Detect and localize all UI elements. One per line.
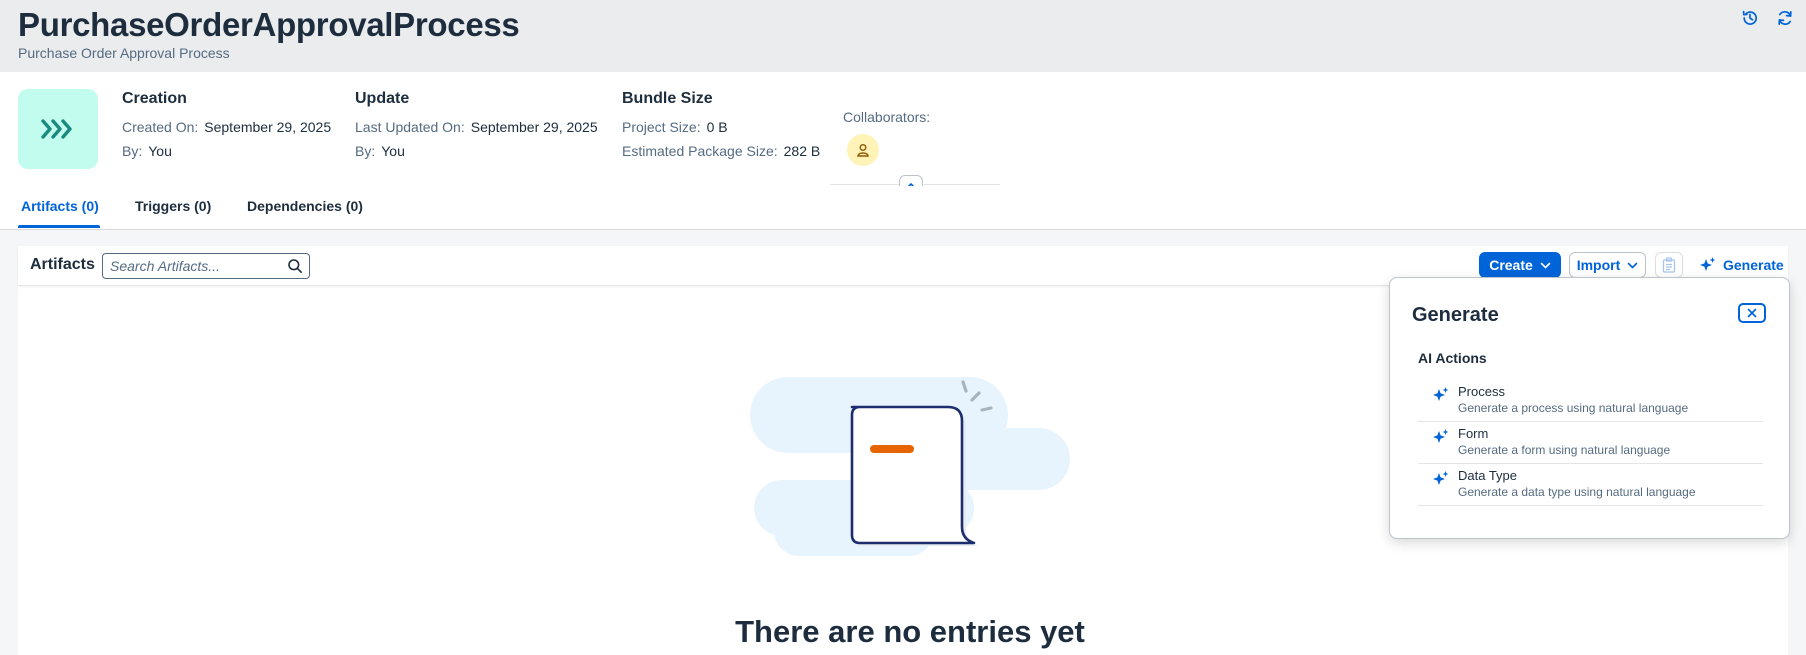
generate-button-label: Generate <box>1723 257 1784 273</box>
project-size-row: Project Size: 0 B <box>622 119 820 136</box>
last-updated-label: Last Updated On: <box>355 119 465 135</box>
close-button[interactable] <box>1738 303 1766 323</box>
created-by-label: By: <box>122 143 143 159</box>
import-button-label: Import <box>1576 257 1621 273</box>
creation-heading: Creation <box>122 90 187 107</box>
tab-artifacts[interactable]: Artifacts (0) <box>21 198 99 214</box>
paste-button[interactable] <box>1655 252 1683 278</box>
bundle-size-heading: Bundle Size <box>622 90 713 107</box>
search-field <box>102 253 310 279</box>
ai-action-process[interactable]: Process Generate a process using natural… <box>1418 380 1763 422</box>
import-button[interactable]: Import <box>1569 252 1646 278</box>
page-subtitle: Purchase Order Approval Process <box>18 45 230 61</box>
search-input[interactable] <box>110 257 275 275</box>
last-updated-row: Last Updated On: September 29, 2025 <box>355 119 598 136</box>
generate-popover: Generate AI Actions Process Generate a p… <box>1389 277 1790 539</box>
ai-action-description: Generate a form using natural language <box>1458 443 1671 457</box>
user-icon <box>857 144 869 157</box>
empty-state-illustration <box>750 377 1070 556</box>
page-title: PurchaseOrderApprovalProcess <box>18 6 520 43</box>
creation-group: Creation Created On: September 29, 2025 B… <box>122 90 331 160</box>
created-on-row: Created On: September 29, 2025 <box>122 119 331 136</box>
create-button[interactable]: Create <box>1479 252 1561 278</box>
create-button-label: Create <box>1489 257 1533 273</box>
search-icon[interactable] <box>287 258 303 274</box>
updated-by-value: You <box>381 143 405 159</box>
created-on-value: September 29, 2025 <box>204 119 332 135</box>
sparkle-icon <box>1700 257 1716 271</box>
updated-by-row: By: You <box>355 143 598 160</box>
ai-actions-list: Process Generate a process using natural… <box>1418 380 1763 506</box>
active-tab-indicator <box>18 225 100 228</box>
project-size-value: 0 B <box>706 119 728 135</box>
sparkle-icon <box>1433 429 1449 443</box>
tab-triggers[interactable]: Triggers (0) <box>135 198 211 214</box>
sparkle-icon <box>1433 471 1449 485</box>
created-on-label: Created On: <box>122 119 199 135</box>
chevron-down-icon <box>1540 262 1551 268</box>
package-size-value: 282 B <box>783 143 821 159</box>
refresh-icon[interactable] <box>1773 6 1797 30</box>
avatar[interactable] <box>847 134 879 166</box>
artifacts-title: Artifacts <box>30 256 95 273</box>
package-size-row: Estimated Package Size: 282 B <box>622 143 820 160</box>
update-heading: Update <box>355 90 410 107</box>
popover-title: Generate <box>1412 304 1499 326</box>
empty-state-title: There are no entries yet <box>735 614 1085 649</box>
ai-action-form[interactable]: Form Generate a form using natural langu… <box>1418 422 1763 464</box>
last-updated-value: September 29, 2025 <box>470 119 598 135</box>
chevron-down-icon <box>1627 262 1638 268</box>
tab-dependencies[interactable]: Dependencies (0) <box>247 198 363 214</box>
ai-action-title: Form <box>1458 426 1489 441</box>
title-bar: PurchaseOrderApprovalProcess Purchase Or… <box>0 0 1806 72</box>
bundle-size-group: Bundle Size Project Size: 0 B Estimated P… <box>622 90 820 160</box>
updated-by-label: By: <box>355 143 376 159</box>
created-by-row: By: You <box>122 143 331 160</box>
ai-action-title: Data Type <box>1458 468 1518 483</box>
sparkle-icon <box>1433 387 1449 401</box>
ai-action-description: Generate a process using natural languag… <box>1458 401 1689 415</box>
ai-actions-heading: AI Actions <box>1418 350 1487 366</box>
project-size-label: Project Size: <box>622 119 701 135</box>
package-size-label: Estimated Package Size: <box>622 143 778 159</box>
close-icon <box>1747 308 1757 318</box>
process-icon <box>18 89 98 169</box>
ai-action-description: Generate a data type using natural langu… <box>1458 485 1696 499</box>
tab-bar: Artifacts (0) Triggers (0) Dependencies … <box>0 186 1806 230</box>
ai-action-data-type[interactable]: Data Type Generate a data type using nat… <box>1418 464 1763 506</box>
generate-button[interactable]: Generate <box>1699 252 1784 278</box>
ai-action-title: Process <box>1458 384 1505 399</box>
update-group: Update Last Updated On: September 29, 202… <box>355 90 598 160</box>
history-icon[interactable] <box>1738 6 1762 30</box>
created-by-value: You <box>148 143 172 159</box>
paste-icon <box>1662 257 1676 273</box>
collaborators-label: Collaborators: <box>843 109 931 125</box>
